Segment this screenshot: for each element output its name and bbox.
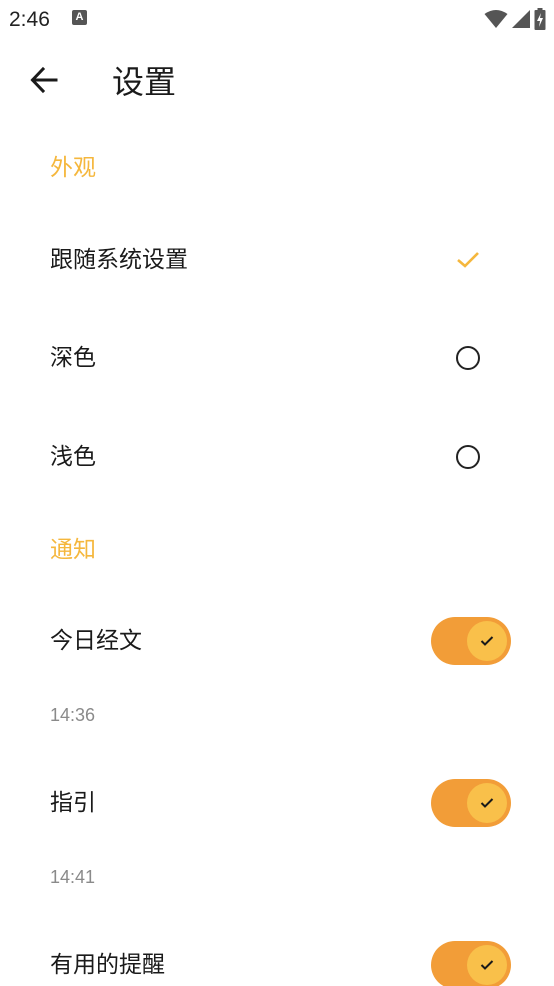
page-title: 设置 — [112, 63, 177, 101]
guidance-toggle[interactable] — [431, 779, 511, 827]
wifi-icon — [484, 10, 508, 28]
settings-screen: 2:46 A 设置 外观 跟随系统设置 深色 浅色 通知 今日经文 14:36 … — [0, 0, 554, 986]
selected-check — [454, 246, 482, 274]
check-icon — [480, 636, 494, 646]
guidance-time[interactable]: 14:41 — [50, 865, 95, 889]
battery-charging-icon — [534, 8, 546, 30]
radio-circle-icon — [456, 445, 480, 469]
status-icons — [484, 8, 546, 30]
notification-label: 今日经文 — [50, 628, 142, 654]
reminders-toggle[interactable] — [431, 941, 511, 986]
radio-button[interactable] — [454, 344, 482, 372]
notification-item-guidance[interactable]: 指引 — [0, 763, 554, 843]
notification-label: 指引 — [50, 790, 96, 816]
check-icon — [457, 252, 479, 268]
toggle-knob — [467, 783, 507, 823]
arrow-left-icon — [30, 66, 58, 94]
option-label: 深色 — [50, 345, 96, 371]
radio-circle-icon — [456, 346, 480, 370]
toggle-knob — [467, 945, 507, 985]
status-bar: 2:46 A — [0, 0, 554, 38]
app-bar: 设置 — [0, 38, 554, 126]
radio-button[interactable] — [454, 443, 482, 471]
option-label: 浅色 — [50, 444, 96, 470]
back-button[interactable] — [22, 56, 66, 104]
check-icon — [480, 798, 494, 808]
notification-item-reminders[interactable]: 有用的提醒 — [0, 925, 554, 986]
section-header-notifications: 通知 — [50, 537, 96, 563]
toggle-knob — [467, 621, 507, 661]
status-time: 2:46 — [9, 8, 50, 31]
option-label: 跟随系统设置 — [50, 247, 188, 273]
daily-verse-time[interactable]: 14:36 — [50, 703, 95, 727]
notification-label: 有用的提醒 — [50, 952, 165, 978]
cell-signal-icon — [512, 10, 530, 28]
daily-verse-toggle[interactable] — [431, 617, 511, 665]
notification-icon: A — [72, 10, 87, 25]
appearance-option-system[interactable]: 跟随系统设置 — [0, 212, 554, 308]
section-header-appearance: 外观 — [50, 155, 96, 181]
appearance-option-dark[interactable]: 深色 — [0, 310, 554, 406]
check-icon — [480, 960, 494, 970]
notification-item-daily-verse[interactable]: 今日经文 — [0, 601, 554, 681]
appearance-option-light[interactable]: 浅色 — [0, 409, 554, 505]
